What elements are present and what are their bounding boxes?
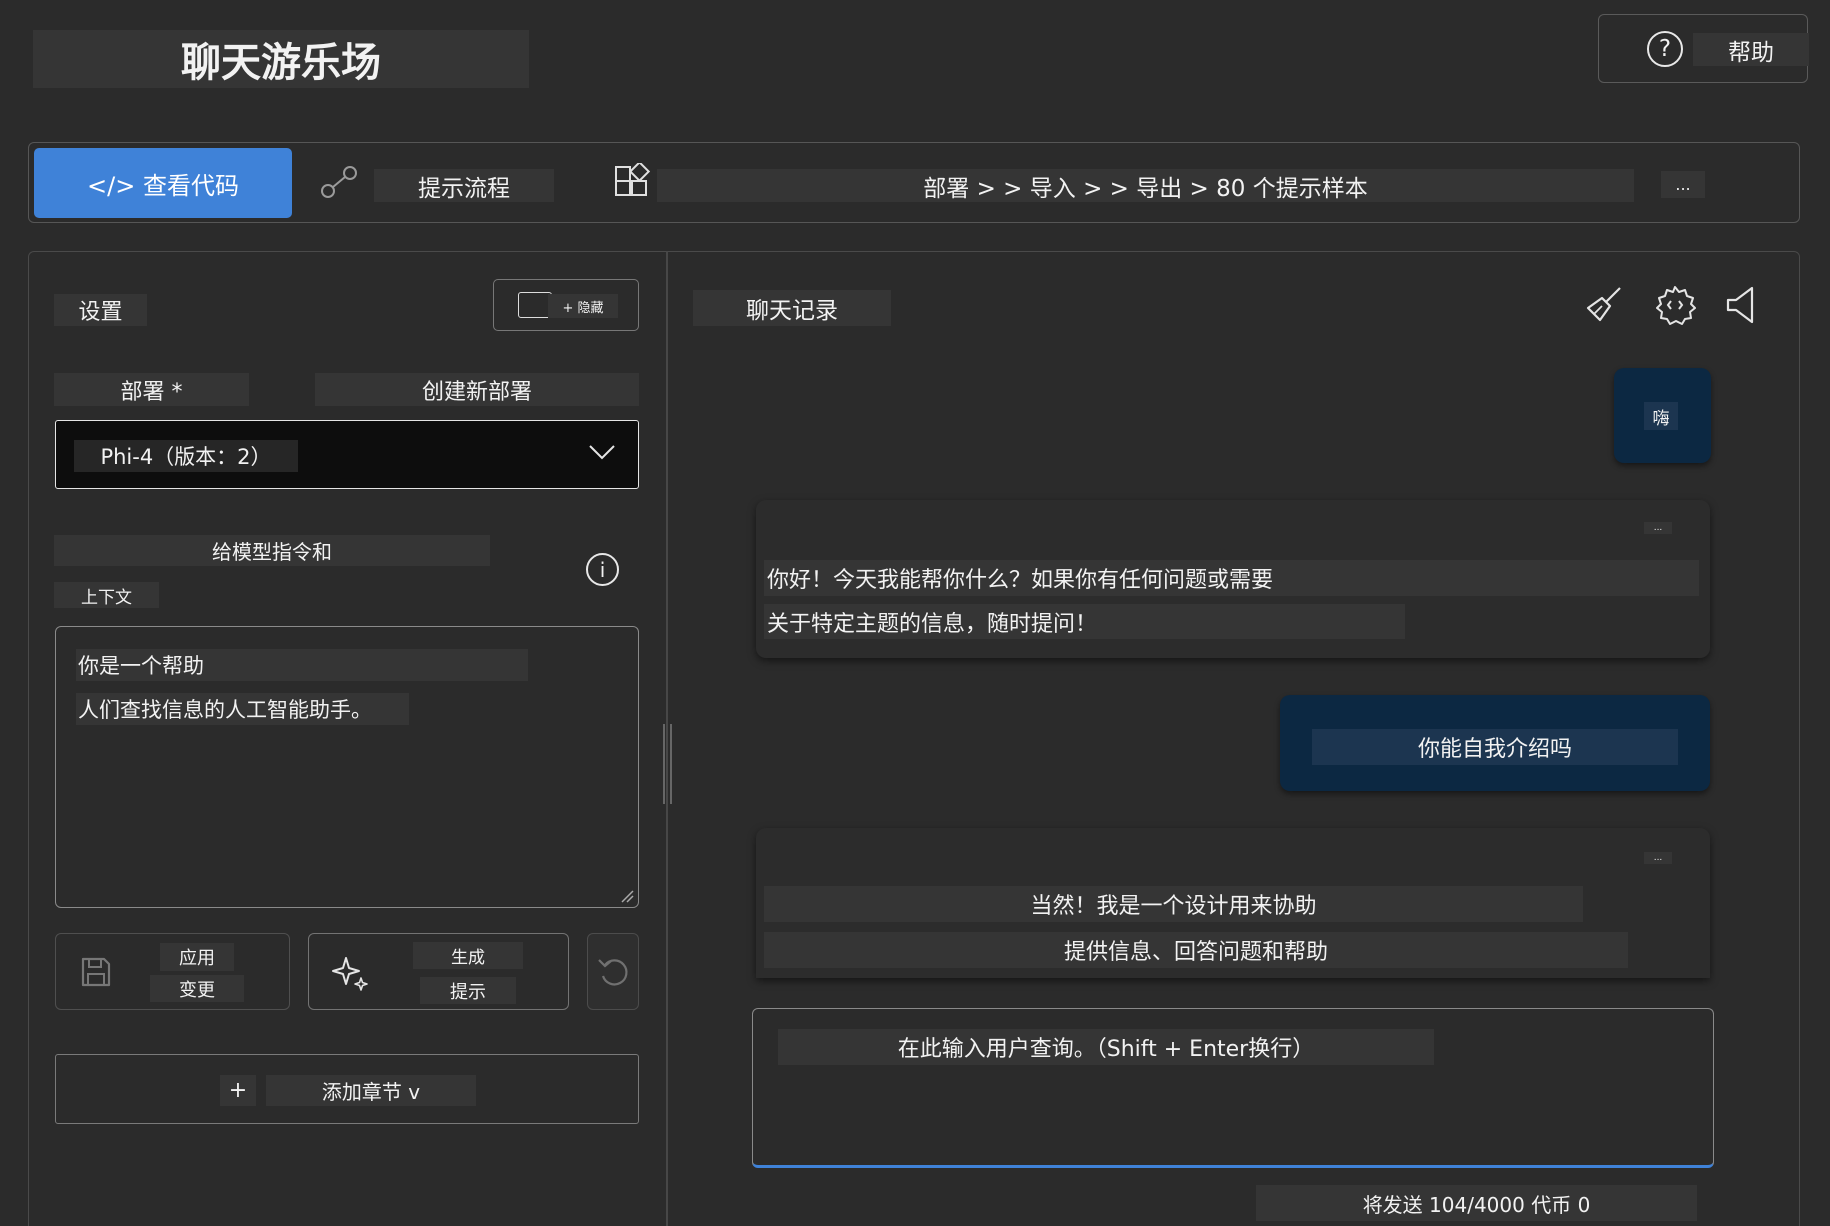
chevron-down-icon (589, 445, 615, 460)
toolbar: </> 查看代码 提示流程 部署 > > 导入 > > 导出 > 80 个提示样… (28, 142, 1800, 223)
hide-button[interactable]: + 隐藏 (493, 279, 639, 331)
deployment-select-value: Phi-4（版本：2） (74, 440, 298, 472)
message-text: 嗨 (1644, 402, 1678, 430)
help-label: 帮助 (1693, 33, 1809, 66)
prompt-flow-tab[interactable]: 提示流程 (374, 169, 554, 202)
context-label: 上下文 (54, 582, 159, 608)
save-icon (81, 957, 111, 987)
system-message-line: 你是一个帮助 (76, 649, 528, 681)
query-placeholder: 在此输入用户查询。（Shift + Enter换行） (778, 1029, 1434, 1065)
settings-title: 设置 (54, 294, 147, 326)
token-count: 将发送 104/4000 代币 0 (1256, 1185, 1697, 1221)
message-more-button[interactable]: ... (1644, 852, 1672, 864)
gear-icon[interactable] (1654, 284, 1696, 326)
help-icon: ? (1647, 31, 1683, 67)
prompt-label: 提示 (420, 977, 516, 1004)
message-text: 你能自我介绍吗 (1312, 729, 1678, 765)
plus-icon: + (220, 1075, 256, 1106)
deploy-breadcrumb[interactable]: 部署 > > 导入 > > 导出 > 80 个提示样本 (657, 169, 1634, 202)
help-button[interactable]: ? 帮助 (1598, 14, 1809, 83)
instructions-label: 给模型指令和 (54, 535, 490, 566)
resize-grip-icon[interactable] (620, 889, 634, 903)
user-query-input[interactable]: 在此输入用户查询。（Shift + Enter换行） (752, 1008, 1714, 1168)
sparkle-icon (332, 957, 368, 991)
apply-label: 应用 (160, 943, 234, 971)
system-message-line: 人们查找信息的人工智能助手。 (76, 693, 409, 725)
add-section-label: 添加章节 v (266, 1075, 476, 1106)
undo-icon (598, 959, 628, 986)
user-message: 嗨 (1614, 368, 1711, 463)
flow-icon[interactable] (319, 165, 359, 199)
message-text: 提供信息、回答问题和帮助 (764, 932, 1628, 968)
deployment-select[interactable]: Phi-4（版本：2） (55, 420, 639, 489)
grid-icon[interactable] (613, 163, 651, 201)
assistant-message: ... 你好！今天我能帮你什么？如果你有任何问题或需要 关于特定主题的信息，随时… (756, 500, 1710, 658)
add-section-button[interactable]: + 添加章节 v (55, 1054, 639, 1124)
generate-prompt-button[interactable]: 生成 提示 (308, 933, 569, 1010)
view-code-button[interactable]: </> 查看代码 (34, 148, 292, 218)
resize-handle[interactable] (663, 724, 672, 804)
toggle-icon (518, 292, 552, 318)
changes-label: 变更 (150, 975, 244, 1002)
more-button[interactable]: ... (1661, 171, 1705, 198)
create-deployment-link[interactable]: 创建新部署 (315, 373, 639, 406)
info-icon[interactable]: i (586, 553, 619, 586)
apply-changes-button[interactable]: 应用 变更 (55, 933, 290, 1010)
message-more-button[interactable]: ... (1644, 522, 1672, 534)
user-message: 你能自我介绍吗 (1280, 695, 1710, 791)
assistant-message: ... 当然！我是一个设计用来协助 提供信息、回答问题和帮助 (756, 828, 1710, 978)
broom-icon[interactable] (1582, 284, 1624, 326)
chat-history-title: 聊天记录 (693, 290, 891, 326)
generate-label: 生成 (413, 942, 523, 969)
deploy-label: 部署 * (54, 373, 249, 406)
message-text: 你好！今天我能帮你什么？如果你有任何问题或需要 (764, 560, 1699, 596)
undo-button[interactable] (587, 933, 639, 1010)
hide-label: + 隐藏 (548, 294, 618, 318)
message-text: 当然！我是一个设计用来协助 (764, 886, 1583, 922)
system-message-textarea[interactable]: 你是一个帮助 人们查找信息的人工智能助手。 (55, 626, 639, 908)
speaker-icon[interactable] (1722, 284, 1762, 326)
message-text: 关于特定主题的信息，随时提问！ (764, 604, 1405, 639)
page-title: 聊天游乐场 (33, 30, 529, 88)
